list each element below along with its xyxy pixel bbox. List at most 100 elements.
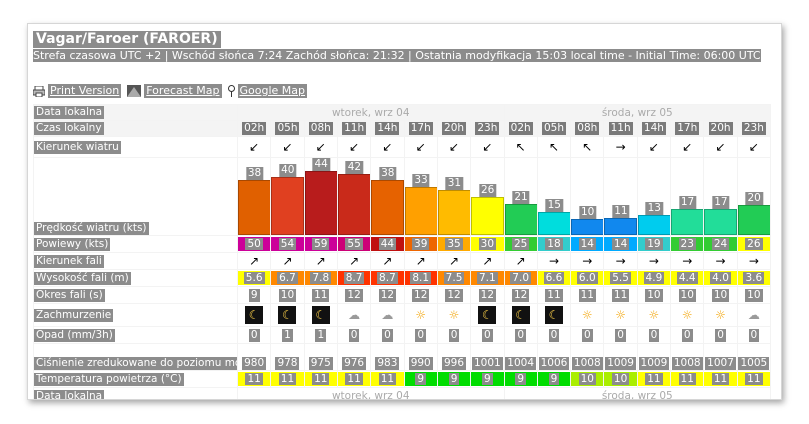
time-cell: 11h (603, 120, 638, 137)
wave-period-label: Okres fali (s) (33, 286, 238, 304)
wave-height-cell: 5.6 (236, 269, 272, 287)
pressure-cell: 1009 (636, 343, 672, 371)
forecast-map-link[interactable]: Forecast Map (127, 84, 222, 98)
wave-period-value: 11 (578, 288, 596, 302)
gusts-cell: 23 (670, 235, 705, 253)
cloud-cell: ☾ (470, 303, 505, 327)
time-cell: 17h (403, 120, 438, 137)
wave-direction-cell: ↗ (503, 252, 538, 270)
wave-direction-cell: → (603, 252, 638, 270)
time-value: 17h (408, 122, 433, 135)
wave-period-cell: 11 (603, 286, 638, 304)
pressure-value: 1005 (738, 357, 770, 370)
cloud-cell: ☁ (736, 303, 772, 327)
pressure-cell: 990 (403, 343, 438, 371)
wave-height-value: 4.0 (704, 271, 737, 285)
rain-cell: 0 (536, 326, 572, 344)
temperature-text: 9 (548, 373, 560, 385)
time-value: 20h (442, 122, 467, 135)
pressure-value: 1007 (705, 357, 736, 370)
gusts-cell: 26 (736, 235, 772, 253)
temperature-text: 11 (312, 373, 330, 385)
wave-height-value: 5.5 (604, 271, 637, 285)
rain-cell: 0 (336, 326, 372, 344)
moon-icon: ☾ (245, 306, 264, 324)
temperature-text: 11 (678, 373, 696, 385)
wave-height-text: 7.1 (476, 272, 498, 284)
temperature-text: 10 (611, 373, 630, 385)
wave-height-cell: 8.7 (370, 269, 405, 287)
wave-height-value: 4.4 (671, 271, 703, 285)
sun-icon: ☼ (615, 308, 626, 322)
wind-arrow-icon: ↙ (449, 139, 460, 154)
wave-direction-cell: → (736, 252, 772, 270)
wave-height-text: 8.1 (410, 272, 432, 284)
wind-direction-cell: ↙ (470, 136, 505, 158)
gusts-text: 19 (645, 238, 663, 250)
pressure-cell: 978 (270, 343, 305, 371)
wave-period-cell: 10 (703, 286, 738, 304)
time-value: 08h (308, 122, 333, 135)
print-version-link[interactable]: Print Version (33, 84, 122, 98)
cloud-cell: ☼ (436, 303, 472, 327)
cloud-cell: ☼ (603, 303, 638, 327)
time-value: 23h (741, 122, 766, 135)
pressure-cell: 1006 (536, 343, 572, 371)
wave-height-text: 7.5 (443, 272, 465, 284)
time-cell: 20h (436, 120, 472, 137)
temperature-cell: 9 (470, 370, 505, 388)
sun-icon: ☼ (648, 308, 660, 322)
wind-speed-value: 17 (712, 196, 730, 209)
gusts-text: 14 (611, 238, 630, 250)
wave-height-cell: 4.0 (703, 269, 738, 287)
temperature-text: 9 (448, 373, 460, 385)
wind-speed-cell: 40 (270, 157, 305, 236)
time-cell: 20h (703, 120, 738, 137)
wave-height-text: 5.6 (243, 272, 265, 284)
wind-speed-cell: 15 (536, 157, 572, 236)
gusts-cell: 44 (370, 235, 405, 253)
wave-arrow-icon: ↗ (515, 253, 526, 268)
wave-arrow-icon: → (748, 253, 759, 268)
pressure-cell: 1005 (736, 343, 772, 371)
moon-icon: ☾ (311, 306, 330, 324)
wind-arrow-icon: ↖ (582, 139, 593, 154)
temperature-text: 11 (745, 373, 763, 385)
wind-speed-bar: 33 (405, 174, 437, 235)
wind-direction-cell: ↙ (670, 136, 705, 158)
wave-period-value: 11 (312, 288, 330, 302)
wave-arrow-icon: → (615, 253, 626, 268)
wave-period-cell: 11 (536, 286, 572, 304)
wind-speed-cell: 42 (336, 157, 372, 236)
cloud-cell: ☁ (370, 303, 405, 327)
wave-period-value: 10 (645, 288, 663, 302)
pressure-value: 975 (308, 357, 333, 370)
cloud-cell: ☾ (236, 303, 272, 327)
temperature-cell: 9 (503, 370, 538, 388)
wave-direction-cell: ↗ (270, 252, 305, 270)
temperature-cell: 11 (670, 370, 705, 388)
rain-cell: 0 (703, 326, 738, 344)
wave-period-value: 12 (445, 288, 463, 302)
time-cell: 23h (470, 120, 505, 137)
wave-period-value: 12 (378, 288, 397, 302)
sun-icon: ☼ (681, 308, 693, 322)
wave-direction-cell: ↗ (236, 252, 272, 270)
rain-cell: 0 (503, 326, 538, 344)
time-value: 11h (608, 122, 633, 135)
wave-period-value: 10 (711, 288, 730, 302)
day-header: środa, wrz 05 (503, 104, 771, 121)
station-title: Vagar/Faroer (FAROER) (33, 31, 221, 48)
pressure-cell: 983 (370, 343, 405, 371)
temperature-text: 10 (578, 373, 596, 385)
temperature-cell: 11 (736, 370, 772, 388)
google-map-link[interactable]: Google Map (227, 84, 308, 98)
date-label: Data lokalna (33, 104, 238, 121)
wind-direction-cell: ↙ (403, 136, 438, 158)
wind-speed-value: 40 (279, 164, 297, 177)
rain-row: Opad (mm/3h) 0 1 1 0 0 0 0 0 0 0 0 0 0 0 0 0 (33, 326, 772, 344)
temperature-cell: 11 (303, 370, 338, 388)
wind-speed-cell: 38 (370, 157, 405, 236)
wind-arrow-icon: ↙ (249, 139, 260, 154)
wave-period-cell: 12 (336, 286, 372, 304)
